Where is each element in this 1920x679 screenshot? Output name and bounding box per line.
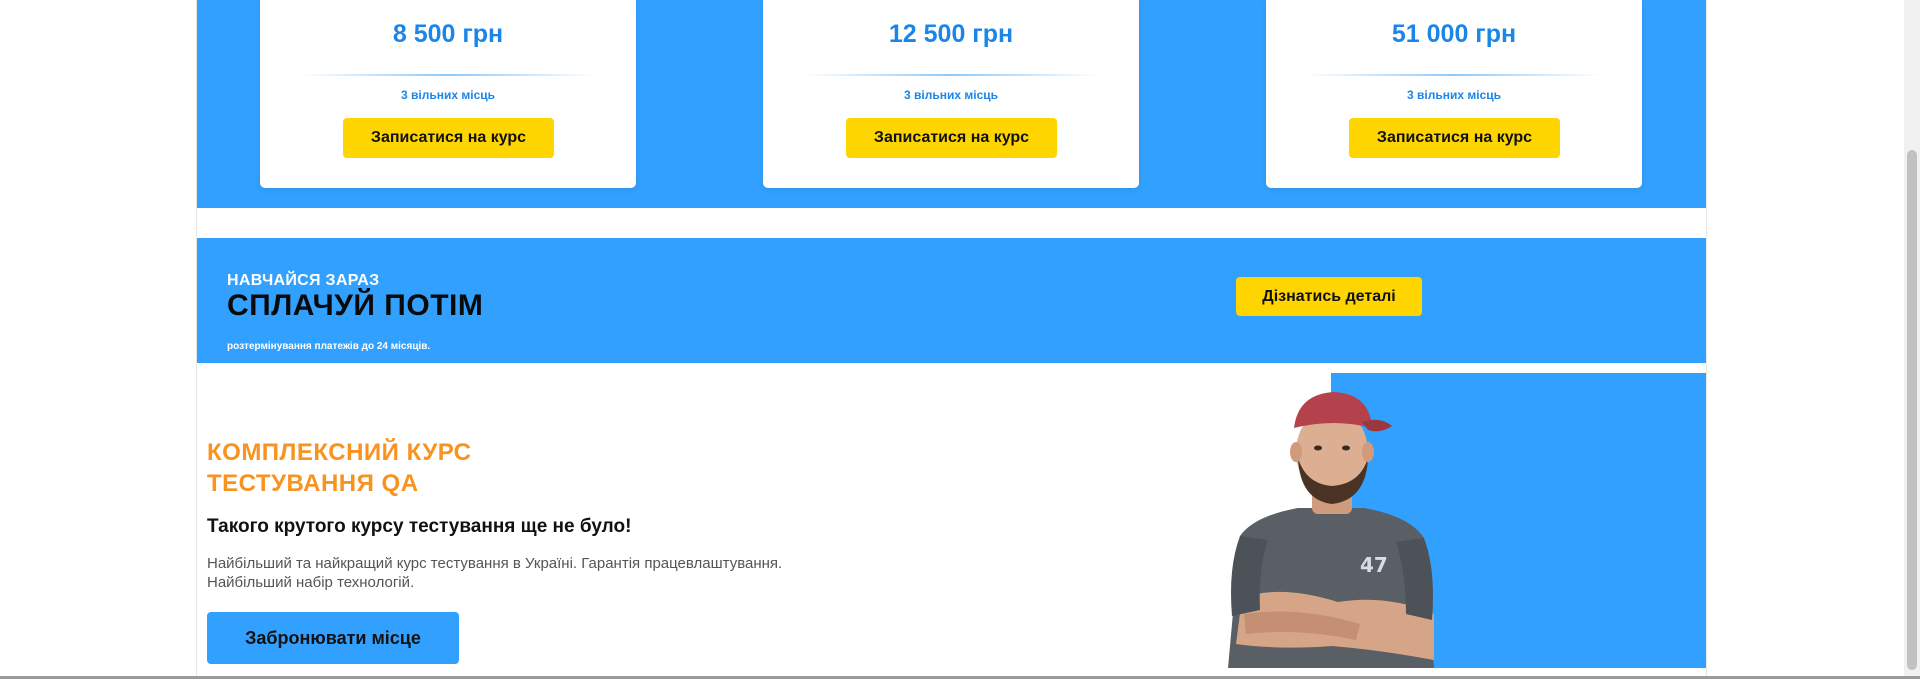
price-divider <box>1306 74 1602 76</box>
price-divider <box>300 74 596 76</box>
price-card: 12 500 грн 3 вільних місць Записатися на… <box>763 0 1139 188</box>
price-value: 51 000 грн <box>1391 20 1517 48</box>
price-divider <box>803 74 1099 76</box>
price-value: 8 500 грн <box>392 20 504 48</box>
course-tagline: Такого крутого курсу тестування ще не бу… <box>207 516 632 537</box>
course-title-line: КОМПЛЕКСНИЙ КУРС <box>207 439 472 466</box>
price-value: 12 500 грн <box>888 20 1014 48</box>
page-frame-right <box>1706 0 1707 679</box>
enroll-button[interactable]: Записатися на курс <box>1349 118 1560 158</box>
seats-available: 3 вільних місць <box>904 88 998 102</box>
banner-small-heading: НАВЧАЙСЯ ЗАРАЗ <box>227 272 380 289</box>
instructor-photo: 47 <box>1228 392 1434 668</box>
banner-big-heading: СПЛАЧУЙ ПОТІМ <box>227 289 484 322</box>
enroll-button[interactable]: Записатися на курс <box>343 118 554 158</box>
price-card: 51 000 грн 3 вільних місць Записатися на… <box>1266 0 1642 188</box>
description-line: Найбільший та найкращий курс тестування … <box>207 555 783 572</box>
course-title: КОМПЛЕКСНИЙ КУРС ТЕСТУВАННЯ QA <box>207 437 472 499</box>
seats-available: 3 вільних місць <box>401 88 495 102</box>
course-description: Найбільший та найкращий курс тестування … <box>207 554 782 592</box>
installment-banner: НАВЧАЙСЯ ЗАРАЗ СПЛАЧУЙ ПОТІМ розтермінув… <box>197 238 1706 363</box>
pricing-section: 8 500 грн 3 вільних місць Записатися на … <box>197 0 1706 208</box>
shirt-logo-text: 47 <box>1360 553 1388 577</box>
banner-note: розтермінування платежів до 24 місяців. <box>227 341 431 352</box>
book-seat-button[interactable]: Забронювати місце <box>207 612 459 664</box>
enroll-button[interactable]: Записатися на курс <box>846 118 1057 158</box>
seats-available: 3 вільних місць <box>1407 88 1501 102</box>
scrollbar-thumb[interactable] <box>1907 150 1917 670</box>
learn-details-button[interactable]: Дізнатись деталі <box>1236 277 1422 316</box>
price-card: 8 500 грн 3 вільних місць Записатися на … <box>260 0 636 188</box>
description-line: Найбільший набір технологій. <box>207 574 415 591</box>
course-title-line: ТЕСТУВАННЯ QA <box>207 470 419 497</box>
